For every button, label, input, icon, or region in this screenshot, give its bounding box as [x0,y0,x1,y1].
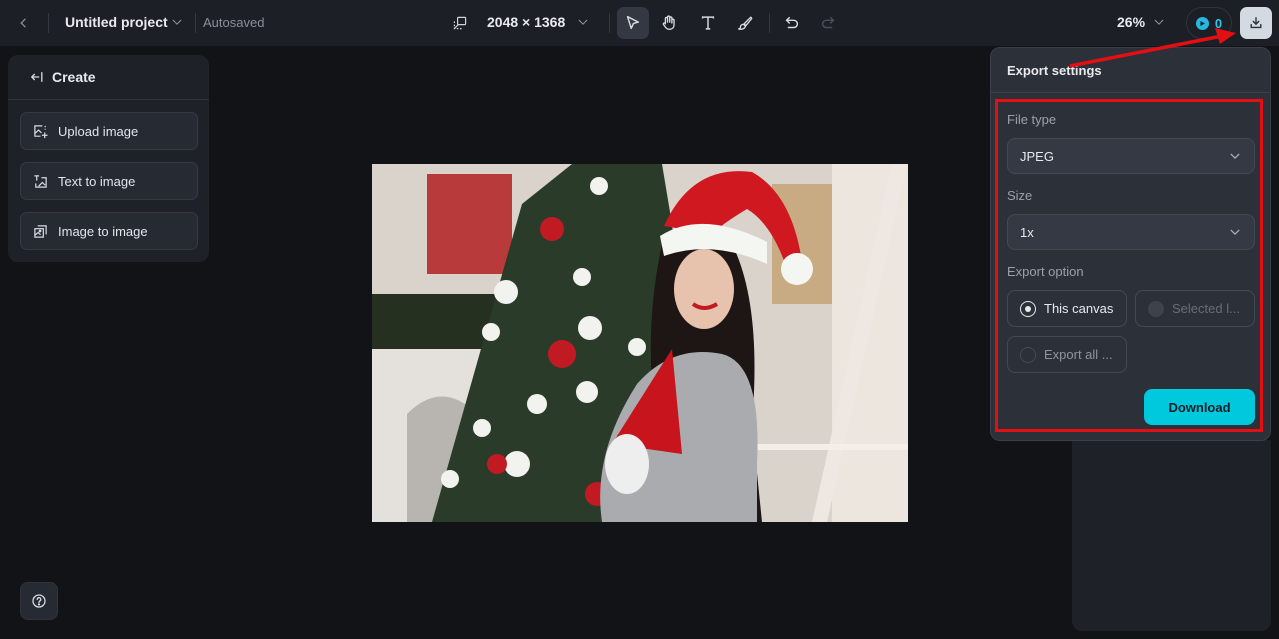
brush-tool[interactable] [729,7,761,39]
image-to-image-label: Image to image [58,223,148,239]
project-title[interactable]: Untitled project [65,14,168,30]
redo-button[interactable] [812,7,844,39]
export-button[interactable] [1240,7,1272,39]
download-button[interactable]: Download [1144,389,1255,425]
download-icon [1250,17,1262,29]
create-panel-header[interactable]: Create [8,55,209,100]
option-label: This canvas [1044,301,1114,316]
hand-tool[interactable] [653,7,685,39]
save-status: Autosaved [203,15,265,30]
back-button[interactable] [14,13,34,33]
option-selected-layers[interactable]: Selected l... [1135,290,1255,327]
hand-icon [662,15,675,30]
image-to-image-icon [34,224,47,238]
collapse-left-icon [30,71,43,83]
divider [195,13,196,33]
upload-image-button[interactable]: Upload image [20,112,198,150]
create-panel-title: Create [52,69,96,85]
chevron-down-icon [1230,229,1240,235]
chevron-down-icon [172,19,182,25]
option-label: Export all ... [1044,347,1113,362]
project-menu-chevron[interactable] [168,13,186,31]
credits-badge[interactable]: 0 [1186,7,1232,39]
option-label: Selected l... [1172,301,1240,316]
radio-unselected-icon [1020,346,1036,363]
size-value: 1x [1020,224,1034,240]
chevron-left-icon [20,18,26,28]
divider [609,13,610,33]
canvas-size-chevron[interactable] [574,13,592,31]
export-option-label: Export option [1007,264,1084,279]
upload-image-icon [34,124,48,138]
option-this-canvas[interactable]: This canvas [1007,290,1127,327]
text-icon [701,16,715,30]
select-tool[interactable] [617,7,649,39]
radio-selected-icon [1020,300,1036,317]
text-tool[interactable] [692,7,724,39]
export-settings-title: Export settings [991,48,1270,93]
resize-icon [453,16,467,30]
chevron-down-icon [578,19,588,25]
canvas-size[interactable]: 2048 × 1368 [487,14,565,30]
image-to-image-button[interactable]: Image to image [20,212,198,250]
credit-count: 0 [1214,15,1223,31]
brush-icon [738,16,753,30]
undo-button[interactable] [776,7,808,39]
file-type-value: JPEG [1020,148,1054,164]
file-type-label: File type [1007,112,1057,127]
chevron-down-icon [1154,19,1164,25]
redo-icon [821,16,835,29]
zoom-level[interactable]: 26% [1117,14,1145,30]
divider [769,13,770,33]
properties-panel [1072,440,1271,631]
divider [48,13,49,33]
text-to-image-label: Text to image [58,173,136,189]
canvas-image[interactable] [372,164,908,522]
file-type-select[interactable]: JPEG [1007,138,1255,174]
christmas-photo [372,164,908,522]
chevron-down-icon [1230,153,1240,159]
option-export-all[interactable]: Export all ... [1007,336,1127,373]
help-button[interactable] [20,582,58,620]
upload-image-label: Upload image [58,123,139,139]
zoom-chevron[interactable] [1150,13,1168,31]
pointer-icon [626,15,640,30]
export-settings-popover: Export settings File type JPEG Size 1x E… [990,47,1271,441]
credit-icon [1195,16,1209,30]
radio-disabled-icon [1148,300,1164,317]
resize-button[interactable] [450,13,470,33]
top-bar: Untitled project Autosaved 2048 × 1368 2… [0,0,1279,46]
text-to-image-icon [34,174,47,188]
create-panel: Create Upload image Text to image Image … [8,55,209,262]
text-to-image-button[interactable]: Text to image [20,162,198,200]
size-select[interactable]: 1x [1007,214,1255,250]
undo-icon [785,16,799,29]
size-label: Size [1007,188,1033,203]
help-icon [32,594,46,608]
